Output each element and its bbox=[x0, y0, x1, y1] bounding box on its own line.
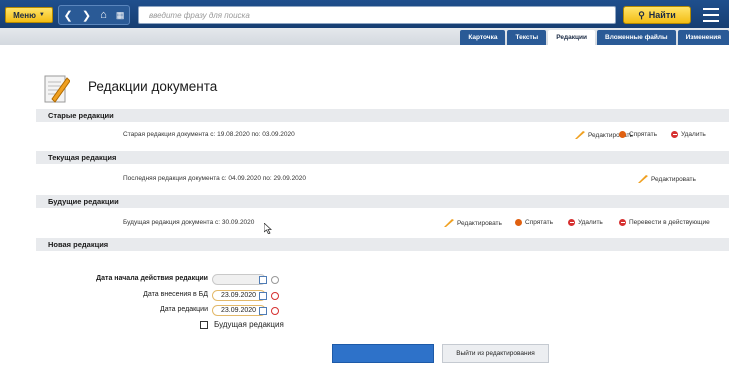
caret-down-icon: ▼ bbox=[38, 12, 45, 18]
tab-changes[interactable]: Изменения bbox=[677, 30, 729, 45]
tab-texts[interactable]: Тексты bbox=[507, 30, 547, 45]
page-title: Редакции документа bbox=[88, 79, 218, 94]
tab-label: Карточка bbox=[468, 34, 498, 41]
clear-icon[interactable] bbox=[271, 276, 279, 284]
section-heading: Будущие редакции bbox=[48, 197, 119, 206]
future-edit-button[interactable]: Редактировать bbox=[444, 219, 502, 227]
search-icon: ⚲ bbox=[638, 9, 645, 20]
pencil-icon bbox=[638, 175, 648, 183]
menu-icon[interactable] bbox=[703, 8, 719, 22]
exit-editing-button[interactable]: Выйти из редактирования bbox=[442, 344, 549, 363]
action-label: Редактировать bbox=[457, 219, 502, 227]
start-date-field[interactable] bbox=[212, 274, 266, 285]
delete-icon bbox=[568, 219, 575, 226]
action-label: Удалить bbox=[578, 219, 603, 226]
start-date-label: Дата начала действия редакции bbox=[96, 275, 208, 282]
future-edition-row-text: Будущая редакция документа с: 30.09.2020 bbox=[123, 219, 255, 226]
mouse-cursor-icon bbox=[264, 223, 273, 234]
action-label: Редактировать bbox=[651, 175, 696, 183]
tab-editions[interactable]: Редакции bbox=[548, 30, 596, 45]
section-heading: Текущая редакция bbox=[48, 153, 117, 162]
tab-label: Тексты bbox=[515, 34, 539, 41]
db-date-field[interactable]: 23.09.2020 bbox=[212, 290, 266, 301]
tab-label: Изменения bbox=[685, 34, 721, 41]
tab-label: Вложенные файлы bbox=[605, 34, 668, 41]
pencil-icon bbox=[575, 131, 585, 139]
edition-date-label: Дата редакции bbox=[160, 306, 208, 313]
save-button[interactable] bbox=[332, 344, 434, 363]
old-delete-button[interactable]: Удалить bbox=[671, 131, 706, 138]
activate-icon bbox=[619, 219, 626, 226]
future-edition-checkbox-label: Будущая редакция bbox=[214, 320, 284, 329]
clear-icon[interactable] bbox=[271, 292, 279, 300]
future-activate-button[interactable]: Перевести в действующие bbox=[619, 219, 710, 226]
tabs: Карточка Тексты Редакции Вложенные файлы… bbox=[460, 30, 729, 45]
nav-group: ❮ ❯ ⌂ ▦ bbox=[58, 5, 130, 25]
future-delete-button[interactable]: Удалить bbox=[568, 219, 603, 226]
hide-icon bbox=[515, 219, 522, 226]
tab-attached-files[interactable]: Вложенные файлы bbox=[597, 30, 676, 45]
menu-label: Меню bbox=[13, 10, 36, 20]
current-edit-button[interactable]: Редактировать bbox=[638, 175, 696, 183]
delete-icon bbox=[671, 131, 678, 138]
chevron-left-icon[interactable]: ❮ bbox=[64, 9, 73, 22]
section-future-editions: Будущие редакции bbox=[36, 195, 729, 208]
db-date-label: Дата внесения в БД bbox=[143, 291, 208, 298]
menu-button[interactable]: Меню ▼ bbox=[5, 7, 53, 23]
section-new-edition: Новая редакция bbox=[36, 238, 729, 251]
action-label: Удалить bbox=[681, 131, 706, 138]
exit-editing-label: Выйти из редактирования bbox=[456, 350, 535, 357]
search-placeholder: введите фразу для поиска bbox=[149, 10, 250, 20]
old-edition-row-text: Старая редакция документа с: 19.08.2020 … bbox=[123, 131, 295, 138]
section-heading: Новая редакция bbox=[48, 240, 109, 249]
calendar-icon[interactable] bbox=[259, 276, 267, 284]
tab-card[interactable]: Карточка bbox=[460, 30, 506, 45]
chevron-right-icon[interactable]: ❯ bbox=[82, 9, 91, 22]
calendar-icon[interactable] bbox=[259, 307, 267, 315]
clear-icon[interactable] bbox=[271, 307, 279, 315]
find-label: Найти bbox=[648, 10, 676, 20]
action-label: Спрятать bbox=[525, 219, 554, 226]
hide-icon bbox=[619, 131, 626, 138]
action-label: Перевести в действующие bbox=[629, 219, 710, 226]
pencil-icon bbox=[444, 219, 454, 227]
section-heading: Старые редакции bbox=[48, 111, 114, 120]
section-old-editions: Старые редакции bbox=[36, 109, 729, 122]
future-hide-button[interactable]: Спрятать bbox=[515, 219, 553, 226]
old-hide-button[interactable]: Спрятать bbox=[619, 131, 657, 138]
top-bar: Меню ▼ ❮ ❯ ⌂ ▦ введите фразу для поиска … bbox=[0, 0, 729, 30]
tab-label: Редакции bbox=[556, 34, 588, 41]
current-edition-row-text: Последняя редакция документа с: 04.09.20… bbox=[123, 175, 307, 182]
home-icon[interactable]: ⌂ bbox=[100, 9, 107, 21]
find-button[interactable]: ⚲ Найти bbox=[623, 6, 691, 24]
calendar-icon[interactable] bbox=[259, 292, 267, 300]
future-edition-checkbox[interactable] bbox=[200, 321, 208, 329]
search-input[interactable]: введите фразу для поиска bbox=[138, 6, 616, 24]
section-current-edition: Текущая редакция bbox=[36, 151, 729, 164]
edition-date-field[interactable]: 23.09.2020 bbox=[212, 305, 266, 316]
document-edit-icon bbox=[44, 75, 70, 103]
grid-icon[interactable]: ▦ bbox=[116, 10, 125, 21]
action-label: Спрятать bbox=[629, 131, 658, 138]
